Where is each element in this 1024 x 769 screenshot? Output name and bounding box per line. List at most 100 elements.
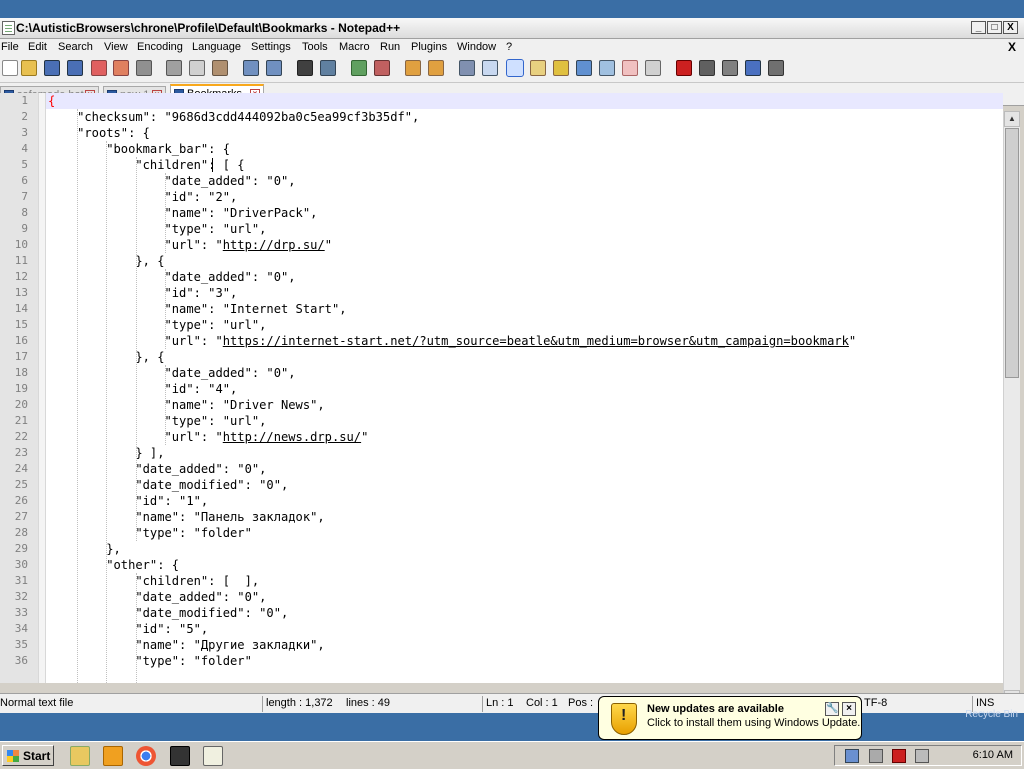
replace-icon[interactable] xyxy=(320,60,336,76)
code-line[interactable]: "date_added": "0", xyxy=(48,589,266,605)
code-line[interactable]: "type": "folder" xyxy=(48,525,252,541)
media-player-icon[interactable] xyxy=(103,746,123,766)
code-line[interactable]: "name": "DriverPack", xyxy=(48,205,317,221)
folder-workspace-icon[interactable] xyxy=(622,60,638,76)
notepadpp-taskbar-icon[interactable] xyxy=(203,746,223,766)
sync-vertical-icon[interactable] xyxy=(405,60,421,76)
menu-edit[interactable]: Edit xyxy=(28,41,47,53)
new-file-icon[interactable] xyxy=(2,60,18,76)
code-line[interactable]: "name": "Driver News", xyxy=(48,397,324,413)
menu-settings[interactable]: Settings xyxy=(251,41,291,53)
menu-help[interactable]: ? xyxy=(506,41,512,53)
url-link[interactable]: http://news.drp.su/ xyxy=(223,430,361,444)
print-icon[interactable] xyxy=(136,60,152,76)
code-line[interactable]: "url": "https://internet-start.net/?utm_… xyxy=(48,333,856,349)
code-line[interactable]: { xyxy=(48,93,55,109)
update-notification-balloon[interactable]: New updates are available Click to insta… xyxy=(598,696,862,740)
clock[interactable]: 6:10 AM xyxy=(973,749,1013,761)
code-line[interactable]: "date_added": "0", xyxy=(48,365,295,381)
balloon-text[interactable]: Click to install them using Windows Upda… xyxy=(647,717,860,729)
save-all-icon[interactable] xyxy=(67,60,83,76)
7zip-icon[interactable] xyxy=(170,746,190,766)
code-line[interactable]: "bookmark_bar": { xyxy=(48,141,230,157)
menu-run[interactable]: Run xyxy=(380,41,400,53)
undo-icon[interactable] xyxy=(243,60,259,76)
menu-plugins[interactable]: Plugins xyxy=(411,41,447,53)
find-icon[interactable] xyxy=(297,60,313,76)
code-line[interactable]: "date_modified": "0", xyxy=(48,477,288,493)
monitoring-icon[interactable] xyxy=(645,60,661,76)
menu-tools[interactable]: Tools xyxy=(302,41,328,53)
save-icon[interactable] xyxy=(44,60,60,76)
editor-area[interactable]: 1 2 3 4 5 6 7 8 9 10 11 12 13 14 15 16 17 18 19 20 21 22 23 24 2… xyxy=(0,93,1003,683)
code-line[interactable]: "roots": { xyxy=(48,125,150,141)
play-macro-icon[interactable] xyxy=(722,60,738,76)
doc-map-icon[interactable] xyxy=(553,60,569,76)
code-line[interactable]: "id": "1", xyxy=(48,493,208,509)
chrome-icon[interactable] xyxy=(136,746,156,766)
scroll-up-icon[interactable]: ▲ xyxy=(1004,111,1020,127)
run-macro-multiple-icon[interactable] xyxy=(745,60,761,76)
code-line[interactable]: "children": [ ], xyxy=(48,573,259,589)
close-file-icon[interactable] xyxy=(91,60,107,76)
show-all-chars-icon[interactable] xyxy=(482,60,498,76)
code-line[interactable]: }, xyxy=(48,541,121,557)
indent-guide-icon[interactable] xyxy=(506,59,524,77)
vertical-scrollbar[interactable]: ▲ ▼ xyxy=(1003,111,1020,706)
recycle-bin-label[interactable]: Recycle Bin xyxy=(965,709,1018,720)
start-button[interactable]: Start xyxy=(2,745,54,766)
user-language-icon[interactable] xyxy=(530,60,546,76)
word-wrap-icon[interactable] xyxy=(459,60,475,76)
open-file-icon[interactable] xyxy=(21,60,37,76)
menu-window[interactable]: Window xyxy=(457,41,496,53)
code-line[interactable]: "type": "url", xyxy=(48,317,266,333)
menu-encoding[interactable]: Encoding xyxy=(137,41,183,53)
code-line[interactable]: "id": "5", xyxy=(48,621,208,637)
code-line[interactable]: "url": "http://drp.su/" xyxy=(48,237,331,253)
menu-view[interactable]: View xyxy=(104,41,128,53)
minimize-button[interactable]: _ xyxy=(971,21,986,34)
menu-search[interactable]: Search xyxy=(58,41,93,53)
menu-file[interactable]: File xyxy=(1,41,19,53)
title-bar[interactable]: C:\AutisticBrowsers\chrone\Profile\Defau… xyxy=(0,18,1024,39)
network-icon[interactable] xyxy=(869,749,883,763)
code-line[interactable]: "name": "Панель закладок", xyxy=(48,509,324,525)
redo-icon[interactable] xyxy=(266,60,282,76)
windows-update-icon[interactable] xyxy=(845,749,859,763)
security-alert-icon[interactable] xyxy=(892,749,906,763)
url-link[interactable]: https://internet-start.net/?utm_source=b… xyxy=(223,334,849,348)
save-macro-icon[interactable] xyxy=(768,60,784,76)
maximize-button[interactable]: □ xyxy=(987,21,1002,34)
code-line[interactable]: "date_added": "0", xyxy=(48,461,266,477)
doc-list-icon[interactable] xyxy=(576,60,592,76)
close-button[interactable]: X xyxy=(1003,21,1018,34)
zoom-out-icon[interactable] xyxy=(374,60,390,76)
scroll-thumb[interactable] xyxy=(1005,128,1019,378)
paste-icon[interactable] xyxy=(212,60,228,76)
fold-margin[interactable] xyxy=(38,93,46,683)
code-line[interactable]: "type": "url", xyxy=(48,221,266,237)
explorer-icon[interactable] xyxy=(70,746,90,766)
code-line[interactable]: "type": "url", xyxy=(48,413,266,429)
code-line[interactable]: "type": "folder" xyxy=(48,653,252,669)
sync-horizontal-icon[interactable] xyxy=(428,60,444,76)
code-line[interactable]: "checksum": "9686d3cdd444092ba0c5ea99cf3… xyxy=(48,109,419,125)
menu-macro[interactable]: Macro xyxy=(339,41,370,53)
code-line[interactable]: "date_added": "0", xyxy=(48,269,295,285)
notepad-app-icon[interactable] xyxy=(2,21,15,35)
close-document-icon[interactable]: X xyxy=(1008,40,1016,54)
stop-macro-icon[interactable] xyxy=(699,60,715,76)
copy-icon[interactable] xyxy=(189,60,205,76)
close-all-icon[interactable] xyxy=(113,60,129,76)
balloon-close-icon[interactable]: × xyxy=(842,702,856,716)
code-line[interactable]: "date_added": "0", xyxy=(48,173,295,189)
cut-icon[interactable] xyxy=(166,60,182,76)
code-line[interactable]: "url": "http://news.drp.su/" xyxy=(48,429,368,445)
menu-language[interactable]: Language xyxy=(192,41,241,53)
code-line[interactable]: "name": "Internet Start", xyxy=(48,301,346,317)
volume-icon[interactable] xyxy=(915,749,929,763)
code-line[interactable]: "date_modified": "0", xyxy=(48,605,288,621)
code-line[interactable]: "name": "Другие закладки", xyxy=(48,637,324,653)
record-macro-icon[interactable] xyxy=(676,60,692,76)
zoom-in-icon[interactable] xyxy=(351,60,367,76)
